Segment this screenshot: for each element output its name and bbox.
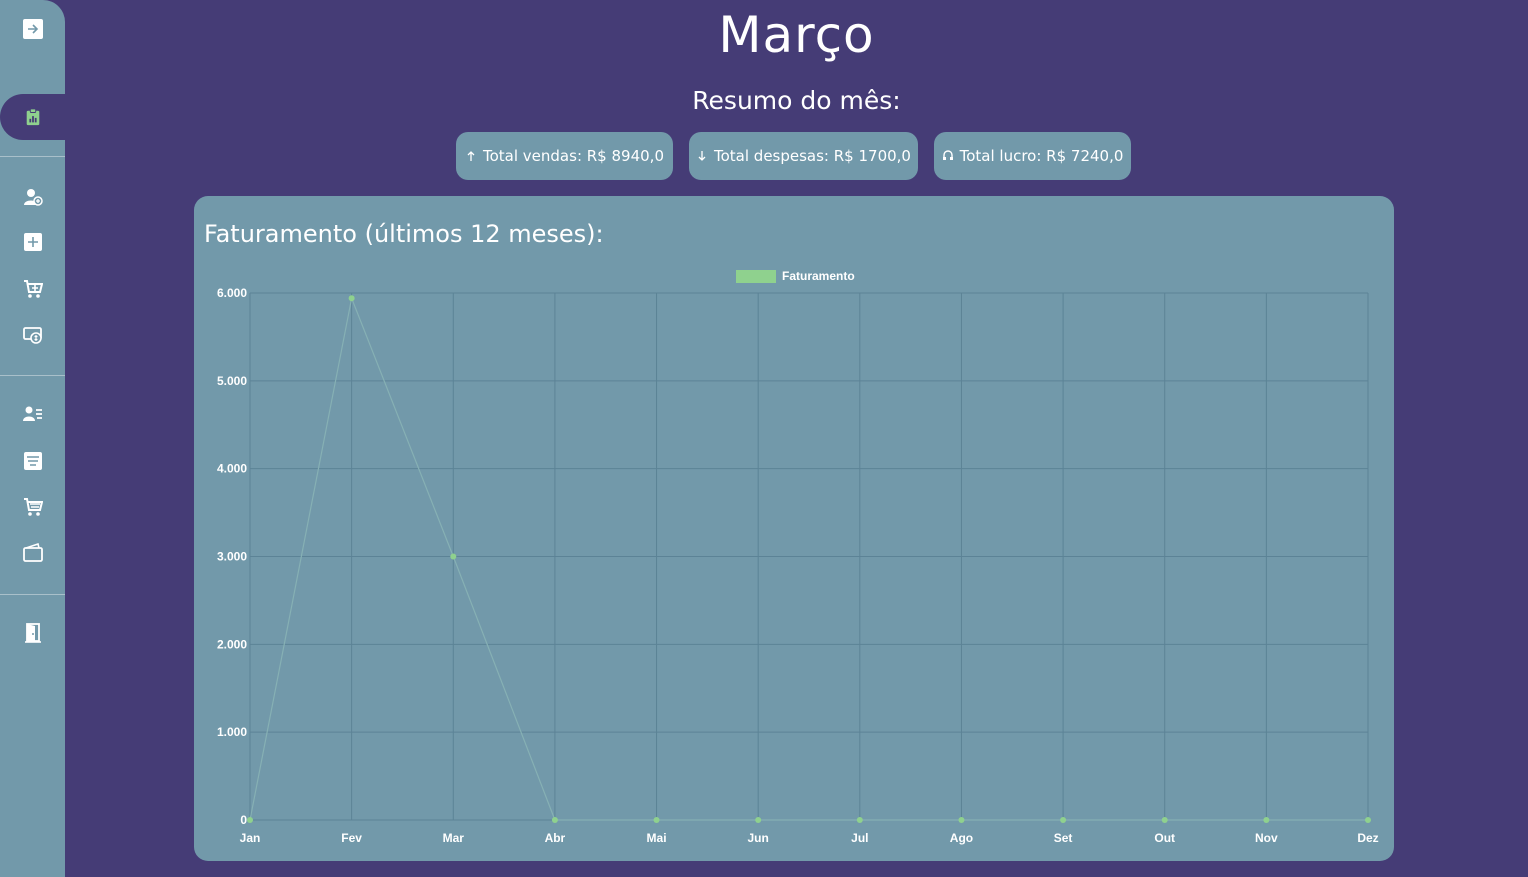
data-point xyxy=(653,817,660,823)
exit-door-icon xyxy=(24,623,41,643)
total-sales-badge: Total vendas: R$ 8940,0 xyxy=(456,132,673,180)
total-profit-text: Total lucro: R$ 7240,0 xyxy=(959,147,1124,165)
page-title: Março xyxy=(718,6,875,64)
add-user-icon xyxy=(23,189,43,206)
x-tick-label: Out xyxy=(1154,831,1175,845)
add-product-icon xyxy=(23,233,42,251)
y-tick-label: 4.000 xyxy=(217,462,247,476)
y-tick-label: 1.000 xyxy=(217,725,247,739)
sales-list-icon xyxy=(23,498,43,516)
x-tick-label: Jun xyxy=(748,831,769,845)
data-point xyxy=(958,817,965,823)
sidebar-item-new-sale[interactable] xyxy=(0,269,65,309)
y-tick-label: 5.000 xyxy=(217,374,247,388)
sidebar-divider xyxy=(0,594,65,595)
data-point xyxy=(1060,817,1067,823)
legend-label: Faturamento xyxy=(782,269,855,283)
page-subtitle: Resumo do mês: xyxy=(692,86,901,115)
data-point xyxy=(856,817,863,823)
data-point xyxy=(247,817,253,823)
x-tick-label: Jul xyxy=(851,831,868,845)
sidebar-divider xyxy=(0,375,65,376)
x-tick-label: Ago xyxy=(950,831,973,845)
x-tick-label: Set xyxy=(1054,831,1073,845)
add-to-cart-icon xyxy=(23,280,43,298)
sidebar-item-sales[interactable] xyxy=(0,487,65,527)
sidebar-item-expenses[interactable] xyxy=(0,533,65,573)
arrow-up-icon xyxy=(467,151,475,161)
x-tick-label: Fev xyxy=(341,831,362,845)
total-expenses-text: Total despesas: R$ 1700,0 xyxy=(714,147,911,165)
wallet-icon xyxy=(22,543,43,562)
sidebar-item-add-client[interactable] xyxy=(0,177,65,217)
y-tick-label: 0 xyxy=(240,813,247,827)
x-tick-label: Jan xyxy=(240,831,261,845)
revenue-card: Faturamento (últimos 12 meses): 0 1.000 2.… xyxy=(194,196,1394,861)
y-tick-label: 6.000 xyxy=(217,286,247,300)
series-line-faturamento xyxy=(249,296,1368,821)
data-point xyxy=(551,817,558,823)
data-point xyxy=(450,553,457,560)
x-tick-label: Nov xyxy=(1255,831,1278,845)
sidebar-item-dashboard[interactable] xyxy=(0,94,65,140)
revenue-line-chart: 0 1.000 2.000 3.000 4.000 5.000 6.000 Jan Fev Mar… xyxy=(217,269,1379,845)
expand-sidebar-button[interactable] xyxy=(0,9,65,49)
products-list-icon xyxy=(23,452,42,470)
clients-list-icon xyxy=(22,406,42,421)
sidebar-item-products[interactable] xyxy=(0,441,65,481)
data-point xyxy=(1161,817,1168,823)
total-sales-text: Total vendas: R$ 8940,0 xyxy=(483,147,664,165)
total-profit-badge: Total lucro: R$ 7240,0 xyxy=(934,132,1131,180)
x-tick-label: Mai xyxy=(647,831,667,845)
sidebar-item-add-expense[interactable] xyxy=(0,315,65,355)
dashboard-icon xyxy=(26,108,39,126)
scale-icon xyxy=(942,150,953,160)
y-tick-label: 2.000 xyxy=(217,637,247,651)
y-tick-label: 3.000 xyxy=(217,550,247,564)
x-tick-label: Dez xyxy=(1357,831,1378,845)
sidebar-item-add-product[interactable] xyxy=(0,222,65,262)
total-expenses-badge: Total despesas: R$ 1700,0 xyxy=(689,132,918,180)
expense-icon xyxy=(22,327,42,344)
legend-swatch xyxy=(736,270,776,283)
data-point xyxy=(348,295,355,302)
sidebar-item-clients[interactable] xyxy=(0,394,65,434)
sidebar xyxy=(0,0,65,877)
logout-button[interactable] xyxy=(0,613,65,653)
data-point xyxy=(1263,817,1270,823)
x-tick-label: Mar xyxy=(443,831,465,845)
expand-icon xyxy=(22,19,43,39)
data-point xyxy=(1365,817,1371,823)
data-point xyxy=(755,817,762,823)
arrow-down-icon xyxy=(698,151,706,161)
x-tick-label: Abr xyxy=(545,831,566,845)
sidebar-divider xyxy=(0,156,65,157)
